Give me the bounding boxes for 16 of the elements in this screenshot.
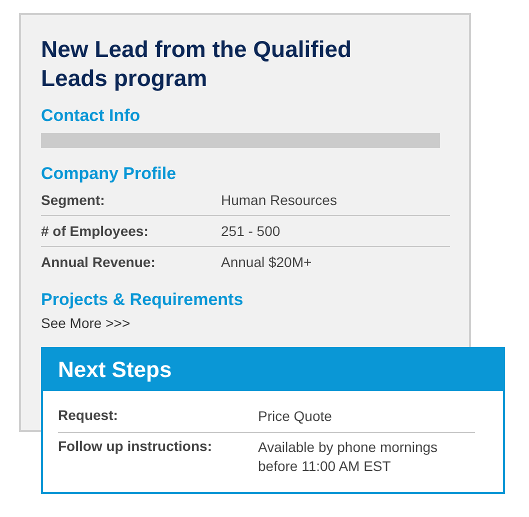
section-heading: Contact Info xyxy=(41,105,142,127)
field-label: # of Employees: xyxy=(41,223,150,239)
field-value: Annual $20M+ xyxy=(221,254,312,270)
field-value: Available by phone mornings before 11:00 AM EST xyxy=(258,438,439,476)
field-label: Segment: xyxy=(41,192,106,208)
panel-title: Next Steps xyxy=(58,357,172,383)
section-heading: Projects & Requirements xyxy=(41,289,244,311)
lead-title: New Lead from the Qualified Leads program xyxy=(41,35,353,93)
field-value: Price Quote xyxy=(258,407,333,426)
field-label: Request: xyxy=(58,407,119,425)
field-label: Annual Revenue: xyxy=(41,254,156,270)
field-label: Follow up instructions: xyxy=(58,438,213,456)
field-value: 251 - 500 xyxy=(221,223,280,239)
section-heading: Company Profile xyxy=(41,163,178,185)
see-more-link[interactable]: See More >>> xyxy=(41,315,130,331)
field-value: Human Resources xyxy=(221,192,337,208)
